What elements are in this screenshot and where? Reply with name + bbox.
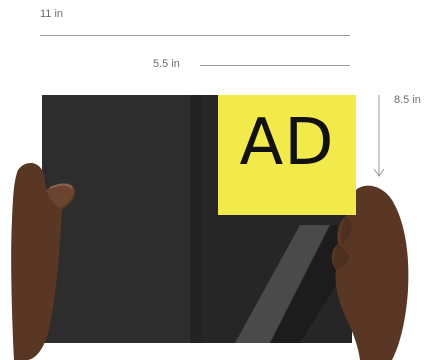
ad-panel: AD: [218, 95, 356, 215]
booklet-spine-shadow: [190, 95, 204, 343]
booklet-left-page: [42, 95, 202, 343]
height-dimension-arrow: [373, 95, 385, 177]
ad-label: AD: [239, 106, 335, 180]
